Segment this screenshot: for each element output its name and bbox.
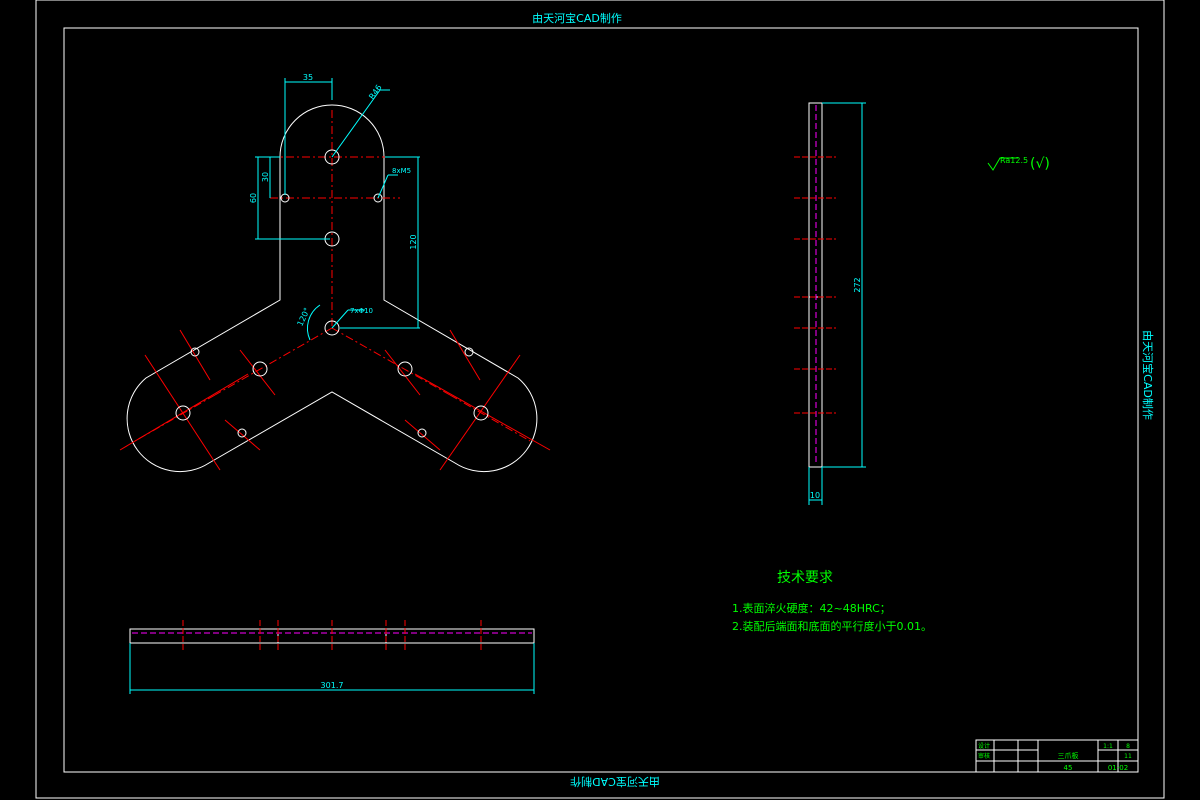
title-block-design: 设计	[978, 742, 990, 750]
title-block-drawing-no: 01-02	[1108, 764, 1128, 772]
requirements-title: 技术要求	[777, 570, 833, 586]
title-block-check: 审核	[978, 752, 990, 760]
title-block-material: 45	[1064, 764, 1073, 772]
frame-title-side: 由天河宝CAD制作	[1141, 330, 1155, 420]
dim-side-thickness: 10	[810, 491, 820, 500]
dim-height-60: 60	[249, 193, 258, 203]
side-center-marks	[794, 156, 836, 414]
title-block-count-b: 11	[1124, 753, 1132, 760]
center-lines	[134, 110, 531, 442]
hole	[417, 428, 427, 438]
requirements-line-2: 2.装配后端面和底面的平行度小于0.01。	[732, 619, 932, 633]
dim-width-top: 35	[303, 73, 313, 82]
dim-small-hole: 8xM5	[392, 167, 411, 175]
hole	[237, 428, 247, 438]
dim-height-120: 120	[409, 234, 418, 249]
roughness-symbol: Ra12.5 (√)	[987, 156, 1050, 172]
dim-center-hole: 7xΦ10	[350, 307, 373, 315]
dim-bottom-length: 301.7	[321, 681, 344, 690]
title-block-scale: 1:1	[1103, 743, 1113, 750]
roughness-check: (√)	[1030, 156, 1050, 172]
bottom-center-marks	[182, 620, 482, 652]
requirements-line-1: 1.表面淬火硬度：42~48HRC；	[732, 601, 891, 615]
frame-title-bottom: 由天河宝CAD制作	[570, 775, 660, 789]
bottom-view: 301.7	[129, 620, 535, 694]
frame-title-top: 由天河宝CAD制作	[532, 11, 622, 25]
title-block-part-name: 三爪板	[1058, 751, 1079, 760]
side-view: 272 10	[794, 102, 866, 505]
dim-side-height: 272	[853, 277, 862, 292]
cad-drawing-canvas: 由天河宝CAD制作 由天河宝CAD制作 由天河宝CAD制作 35 R46 8xM…	[35, 0, 1165, 799]
inner-frame	[63, 27, 1139, 773]
dim-radius: R46	[367, 83, 383, 101]
title-block-count-a: 8	[1126, 743, 1130, 750]
dim-height-30: 30	[261, 172, 270, 182]
front-view: 35 R46 8xM5 30 60 120 120° 7xΦ10	[119, 73, 551, 473]
roughness-label: Ra12.5	[1000, 156, 1028, 165]
hole-crosses	[119, 329, 551, 471]
